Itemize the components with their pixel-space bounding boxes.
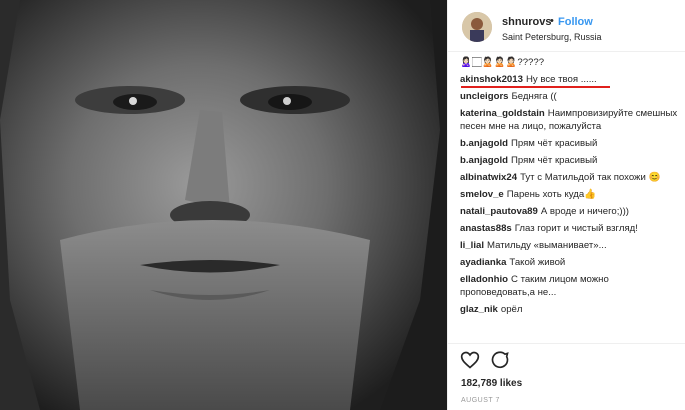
comment-username[interactable]: albinatwix24	[460, 172, 517, 183]
heart-icon[interactable]	[460, 350, 480, 370]
comment-username[interactable]: smelov_e	[460, 189, 504, 200]
comment-item: katerina_goldstain Наимпровизируйте смешн…	[460, 107, 678, 133]
comment-username[interactable]: b.anjagold	[460, 155, 508, 166]
comment-item: li_lial Матильду «выманивает»...	[460, 239, 678, 252]
comment-item: anastas88s Глаз горит и чистый взгляд!	[460, 222, 678, 235]
comment-username[interactable]: ayadianka	[460, 257, 506, 268]
red-underline-annotation	[461, 86, 610, 88]
comment-item: uncleigors Бедняга ((	[460, 90, 678, 103]
comment-username[interactable]: b.anjagold	[460, 138, 508, 149]
username-link[interactable]: shnurovs	[502, 16, 552, 28]
instagram-post: shnurovs • Follow Saint Petersburg, Russ…	[0, 0, 685, 410]
comment-item: smelov_e Парень хоть куда👍	[460, 188, 678, 201]
comment-item: b.anjagold Прям чёт красивый	[460, 137, 678, 150]
comment-text: Матильду «выманивает»...	[487, 240, 607, 251]
follow-button[interactable]: Follow	[558, 16, 593, 28]
post-photo[interactable]	[0, 0, 447, 410]
post-date: AUGUST 7	[461, 397, 500, 404]
comment-item: ayadianka Такой живой	[460, 256, 678, 269]
comment-username[interactable]: li_lial	[460, 240, 484, 251]
post-sidebar: shnurovs • Follow Saint Petersburg, Russ…	[447, 0, 685, 410]
comment-username[interactable]: glaz_nik	[460, 304, 498, 315]
comment-icon[interactable]	[490, 350, 510, 370]
comment-text: А вроде и ничего;)))	[540, 206, 629, 217]
comment-username[interactable]: akinshok2013	[460, 74, 523, 85]
separator-dot: •	[550, 15, 554, 27]
location-link[interactable]: Saint Petersburg, Russia	[502, 32, 602, 42]
avatar[interactable]	[462, 12, 492, 42]
likes-count[interactable]: 182,789 likes	[461, 378, 522, 389]
comment-item: b.anjagold Прям чёт красивый	[460, 154, 678, 167]
comment-username[interactable]: elladonhio	[460, 274, 508, 285]
comment-item: albinatwix24 Тут с Матильдой так похожи 😊	[460, 171, 678, 184]
comment-username[interactable]: katerina_goldstain	[460, 108, 545, 119]
comment-text: Глаз горит и чистый взгляд!	[514, 223, 638, 234]
comment-text: Ну все твоя ......	[525, 74, 597, 85]
comment-text: Прям чёт красивый	[510, 155, 598, 166]
comment-emoji: 🙎🏻‍♀️🏻🙎🏻🙎🏻🙎🏻?????	[460, 57, 545, 68]
comment-text: Прям чёт красивый	[510, 138, 598, 149]
comment-text: Такой живой	[509, 257, 566, 268]
comments-list[interactable]: 🙎🏻‍♀️🏻🙎🏻🙎🏻🙎🏻????? akinshok2013 Ну все тво…	[460, 56, 678, 342]
comment-item: natali_pautova89 А вроде и ничего;)))	[460, 205, 678, 218]
post-header: shnurovs • Follow Saint Petersburg, Russ…	[448, 0, 685, 52]
comment-item: glaz_nik орёл	[460, 303, 678, 316]
comment-text: Тут с Матильдой так похожи 😊	[520, 172, 661, 183]
comment-item: elladonhio С таким лицом можно проповедов…	[460, 273, 678, 299]
comment-username[interactable]: anastas88s	[460, 223, 512, 234]
comment-text: орёл	[500, 304, 523, 315]
comment-username[interactable]: uncleigors	[460, 91, 509, 102]
comment-username[interactable]: natali_pautova89	[460, 206, 538, 217]
comment-item: akinshok2013 Ну все твоя ......	[460, 73, 678, 86]
post-actions: 182,789 likes AUGUST 7	[448, 343, 685, 410]
portrait-image	[0, 0, 447, 410]
comment-text: Бедняга ((	[511, 91, 557, 102]
comment-text: Парень хоть куда👍	[506, 189, 597, 200]
